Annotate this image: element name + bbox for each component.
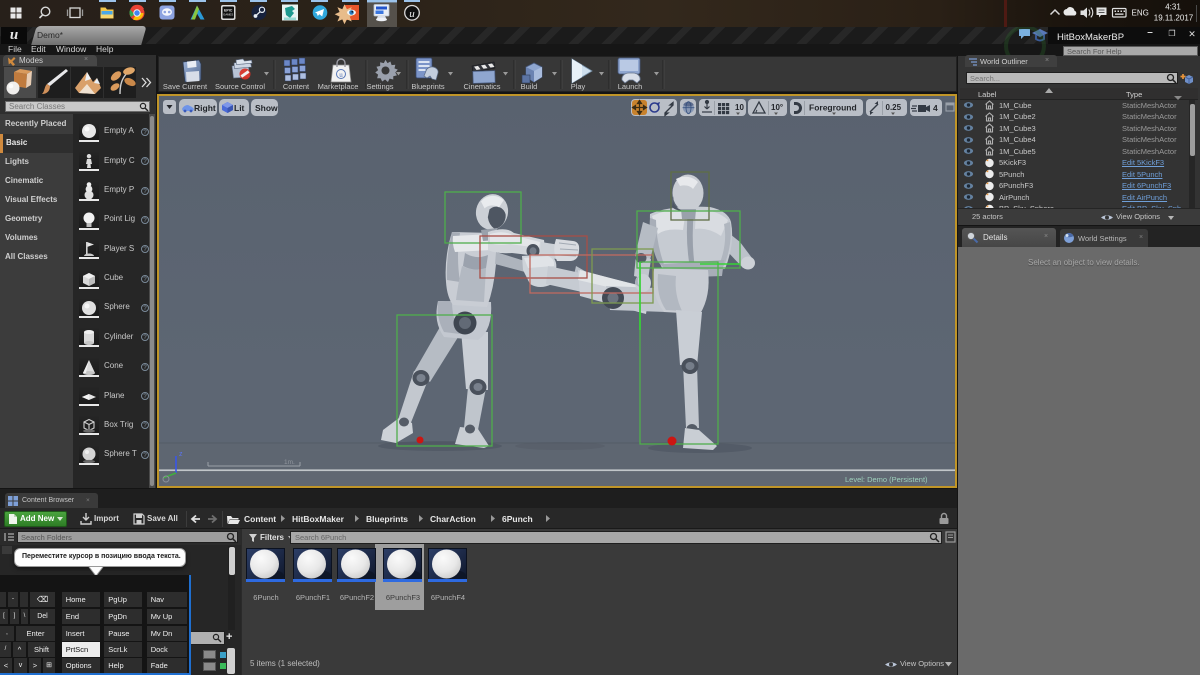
svg-text:GAMES: GAMES (223, 13, 233, 17)
svg-text:z: z (179, 451, 183, 458)
svg-text:ENG: ENG (1132, 9, 1149, 18)
svg-text:4: 4 (933, 103, 938, 113)
svg-text:1m.: 1m. (284, 459, 295, 466)
svg-text:Play: Play (571, 82, 586, 91)
svg-text:0.25: 0.25 (886, 103, 902, 112)
svg-text:Content: Content (283, 82, 310, 91)
svg-text:10: 10 (735, 103, 744, 112)
svg-text:10°: 10° (771, 103, 783, 112)
svg-text:Launch: Launch (618, 82, 643, 91)
svg-text:Blueprints: Blueprints (411, 82, 445, 91)
svg-text:4:31: 4:31 (1165, 3, 1181, 12)
svg-text:Level: Demo (Persistent): Level: Demo (Persistent) (845, 475, 928, 484)
svg-text:Source Control: Source Control (215, 82, 265, 91)
svg-text:u: u (339, 71, 343, 79)
svg-text:Marketplace: Marketplace (318, 82, 359, 91)
svg-text:Build: Build (521, 82, 538, 91)
svg-text:u: u (409, 8, 415, 20)
svg-text:Save Current: Save Current (163, 82, 208, 91)
svg-text:Foreground: Foreground (809, 102, 857, 112)
svg-text:19.11.2017: 19.11.2017 (1154, 14, 1194, 23)
svg-text:Settings: Settings (366, 82, 393, 91)
svg-text:Cinematics: Cinematics (463, 82, 500, 91)
